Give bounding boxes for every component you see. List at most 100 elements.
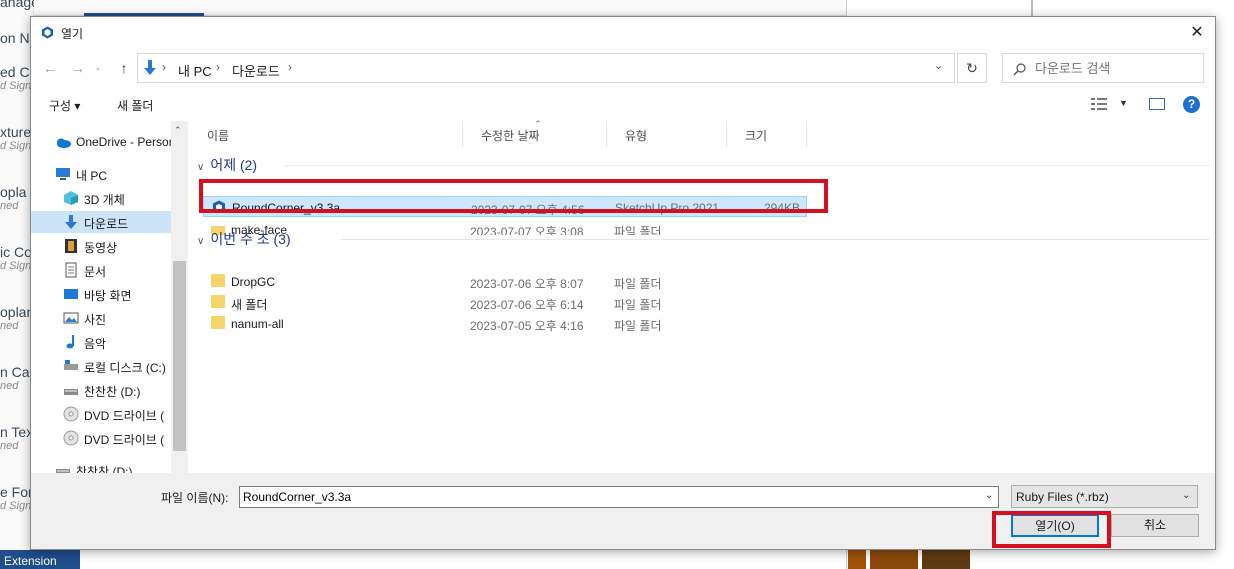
file-row-nanum-all[interactable]: nanum-all 2023-07-05 오후 4:16 파일 폴더 <box>203 313 807 334</box>
nav-item-pictures[interactable]: 사진 <box>31 307 171 329</box>
search-input[interactable] <box>1035 58 1195 78</box>
chevron-down-icon[interactable]: ⌄ <box>934 59 943 72</box>
dvd-icon <box>63 430 79 446</box>
breadcrumb-separator-icon: › <box>288 60 292 74</box>
up-button[interactable]: ↑ <box>113 57 135 79</box>
forward-button[interactable]: → <box>67 57 89 79</box>
nav-item-documents[interactable]: 문서 <box>31 259 171 281</box>
pictures-icon <box>63 312 79 324</box>
file-row-dropgc[interactable]: DropGC 2023-07-06 오후 8:07 파일 폴더 <box>203 271 807 292</box>
videos-icon <box>65 239 77 253</box>
3d-objects-icon <box>64 191 78 205</box>
nav-item-downloads[interactable]: 다운로드 <box>31 211 171 233</box>
chevron-down-icon[interactable]: ⌄ <box>985 490 993 501</box>
close-icon: ✕ <box>1190 24 1204 41</box>
column-header-modified[interactable]: 수정한 날짜 <box>463 121 607 147</box>
column-header-size[interactable]: 크기 <box>727 121 807 147</box>
breadcrumb-separator-icon: › <box>216 60 220 74</box>
folder-icon <box>211 316 225 329</box>
search-box[interactable] <box>1002 53 1204 83</box>
breadcrumb-my-pc[interactable]: 내 PC <box>178 61 212 80</box>
group-divider <box>285 165 1209 166</box>
bg-list-item[interactable]: xture d Sign <box>0 124 34 152</box>
column-header-name[interactable]: 이름 <box>189 121 463 147</box>
file-date: 2023-07-05 오후 4:16 <box>470 319 584 333</box>
annotation-highlight-file <box>199 179 828 213</box>
nav-item-drive-d[interactable]: 찬찬찬 (D:) <box>31 379 171 401</box>
nav-item-local-disk-c[interactable]: 로컬 디스크 (C:) <box>31 355 171 377</box>
filename-combobox[interactable]: ⌄ <box>239 486 999 508</box>
background-header-fragment: anager <box>0 0 34 10</box>
nav-item-onedrive[interactable]: OneDrive - Persor <box>31 131 171 153</box>
nav-item-music[interactable]: 음악 <box>31 331 171 353</box>
bg-list-item[interactable]: ic Co d Sign <box>0 244 34 272</box>
group-divider <box>341 239 1209 240</box>
nav-item-my-pc[interactable]: 내 PC <box>31 163 171 185</box>
chevron-down-icon: ⌄ <box>94 63 102 72</box>
new-folder-button[interactable]: 새 폴더 <box>117 97 153 114</box>
preview-pane-icon[interactable] <box>1149 98 1165 110</box>
refresh-button[interactable]: ↻ <box>957 53 987 83</box>
arrow-right-icon: → <box>71 60 85 76</box>
extension-button[interactable]: Extension <box>0 550 80 569</box>
organize-menu[interactable]: 구성 ▾ <box>49 97 80 114</box>
material-thumbnail[interactable] <box>922 547 970 569</box>
drive-icon <box>64 389 78 395</box>
background-extension-list: anager on N ed C d Sign xture d Sign opl… <box>0 0 34 569</box>
bg-list-item[interactable]: n Tex ned <box>0 424 34 452</box>
arrow-up-icon: ↑ <box>120 60 128 76</box>
folder-icon <box>211 295 225 308</box>
view-dropdown-icon[interactable]: ▼ <box>1119 98 1128 108</box>
file-type: 파일 폴더 <box>614 226 662 235</box>
bg-list-item[interactable]: opla ned <box>0 184 34 212</box>
dvd-icon <box>63 406 79 422</box>
desktop-icon <box>64 289 78 299</box>
file-list: 이름 ⌃ 수정한 날짜 유형 크기 ∨ 어제 (2) RoundCorner_v3… <box>189 119 1215 491</box>
scrollbar-thumb[interactable] <box>173 261 186 451</box>
file-date: 2023-07-06 오후 6:14 <box>470 298 584 312</box>
pc-icon <box>56 168 70 180</box>
command-bar: 구성 ▾ 새 폴더 ▼ ? <box>31 89 1215 119</box>
bg-list-item[interactable]: oplan ned <box>0 304 34 332</box>
open-file-dialog: 열기 ✕ ← → ⌄ ↑ › 내 PC › 다운로드 › ⌄ ↻ 다운로드 검색… <box>30 16 1216 550</box>
sketchup-app-icon <box>42 26 53 39</box>
nav-item-videos[interactable]: 동영상 <box>31 235 171 257</box>
material-thumbnail[interactable] <box>848 547 866 569</box>
cancel-button[interactable]: 취소 <box>1111 514 1199 537</box>
background-tabbar <box>34 0 846 16</box>
navigation-scrollbar[interactable]: ⌃ ⌄ <box>171 121 188 491</box>
file-row-new-folder[interactable]: 새 폴더 2023-07-06 오후 6:14 파일 폴더 <box>203 292 807 313</box>
file-name: nanum-all <box>231 317 284 331</box>
recent-locations-button[interactable]: ⌄ <box>91 57 105 79</box>
arrow-left-icon: ← <box>43 60 57 76</box>
column-header-type[interactable]: 유형 <box>607 121 727 147</box>
bg-list-item[interactable]: ed C d Sign <box>0 64 34 92</box>
file-date: 2023-07-06 오후 8:07 <box>470 277 584 291</box>
filetype-select[interactable]: Ruby Files (*.rbz) ⌄ <box>1011 485 1198 508</box>
group-header-yesterday[interactable]: ∨ 어제 (2) <box>197 155 257 175</box>
bg-list-item[interactable]: n Car ned <box>0 364 34 392</box>
view-options-icon[interactable] <box>1091 98 1107 110</box>
bg-list-item[interactable]: e For d Sign <box>0 484 34 512</box>
nav-item-dvd-2[interactable]: DVD 드라이브 ( <box>31 427 171 449</box>
local-disk-icon <box>64 360 78 370</box>
downloads-icon <box>65 215 77 229</box>
breadcrumb-downloads[interactable]: 다운로드 <box>232 61 280 80</box>
scroll-up-icon[interactable]: ⌃ <box>174 125 182 136</box>
navigation-pane: OneDrive - Persor 내 PC 3D 개체 다운로드 동영상 문서… <box>31 121 187 491</box>
filename-input[interactable] <box>243 489 973 505</box>
material-thumbnail[interactable] <box>870 547 918 569</box>
chevron-down-icon: ∨ <box>197 236 205 247</box>
back-button[interactable]: ← <box>39 57 61 79</box>
address-bar[interactable]: › 내 PC › 다운로드 › ⌄ <box>137 53 955 83</box>
music-icon <box>66 335 74 349</box>
help-icon[interactable]: ? <box>1183 96 1200 113</box>
close-button[interactable]: ✕ <box>1179 19 1215 47</box>
nav-item-desktop[interactable]: 바탕 화면 <box>31 283 171 305</box>
nav-item-3d-objects[interactable]: 3D 개체 <box>31 187 171 209</box>
file-row-make-face[interactable]: make-face 2023-07-07 오후 3:08 파일 폴더 <box>203 226 807 235</box>
group-header-this-week[interactable]: ∨ 이번 주 초 (3) <box>197 229 291 249</box>
bg-list-item[interactable]: on N <box>0 30 34 46</box>
refresh-icon: ↻ <box>966 60 978 76</box>
nav-item-dvd-1[interactable]: DVD 드라이브 ( <box>31 403 171 425</box>
